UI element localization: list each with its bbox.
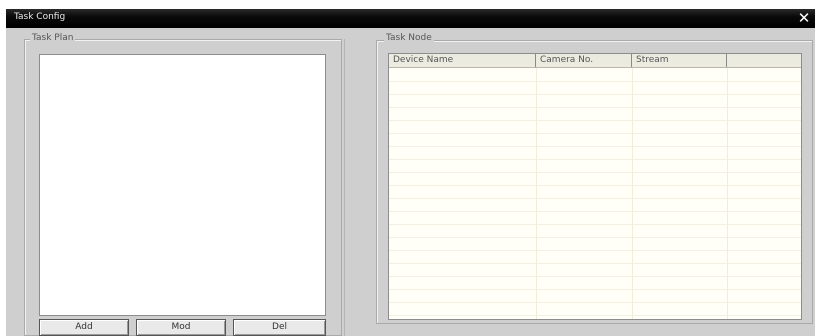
table-grid-row-line — [389, 172, 801, 173]
close-icon[interactable]: ✕ — [797, 11, 811, 26]
del-button[interactable]: Del — [233, 319, 326, 336]
table-grid-row-line — [389, 289, 801, 290]
table-grid-row-line — [389, 302, 801, 303]
table-grid-row-line — [389, 185, 801, 186]
window-title: Task Config — [14, 12, 66, 22]
table-grid-row-line — [389, 263, 801, 264]
table-grid-row-line — [389, 224, 801, 225]
table-grid-column-line — [536, 68, 537, 319]
add-button[interactable]: Add — [39, 319, 129, 336]
table-grid-row-line — [389, 237, 801, 238]
task-plan-list[interactable] — [39, 54, 326, 316]
table-grid-row-line — [389, 250, 801, 251]
table-grid-row-line — [389, 107, 801, 108]
table-grid-row-line — [389, 211, 801, 212]
task-node-table[interactable]: Device Name Camera No. Stream — [388, 53, 802, 320]
table-grid-row-line — [389, 94, 801, 95]
column-header-camera-no[interactable]: Camera No. — [536, 54, 632, 67]
column-header-stream[interactable]: Stream — [632, 54, 727, 67]
table-grid-row-line — [389, 198, 801, 199]
table-grid-row-line — [389, 159, 801, 160]
table-grid-row-line — [389, 276, 801, 277]
task-config-window: Task Config ✕ Task Plan Add Mod Del Task… — [6, 9, 815, 336]
table-grid-row-line — [389, 315, 801, 316]
table-grid-column-line — [727, 68, 728, 319]
table-grid-row-line — [389, 133, 801, 134]
group-divider — [344, 39, 345, 336]
mod-button[interactable]: Mod — [136, 319, 226, 336]
table-header: Device Name Camera No. Stream — [389, 54, 801, 68]
table-grid-row-line — [389, 120, 801, 121]
column-header-empty[interactable] — [727, 54, 801, 67]
column-header-device-name[interactable]: Device Name — [389, 54, 536, 67]
title-bar[interactable]: Task Config ✕ — [6, 9, 815, 28]
task-plan-label: Task Plan — [30, 33, 76, 43]
table-grid-row-line — [389, 81, 801, 82]
table-grid-column-line — [632, 68, 633, 319]
task-node-label: Task Node — [384, 33, 434, 43]
table-grid-row-line — [389, 146, 801, 147]
